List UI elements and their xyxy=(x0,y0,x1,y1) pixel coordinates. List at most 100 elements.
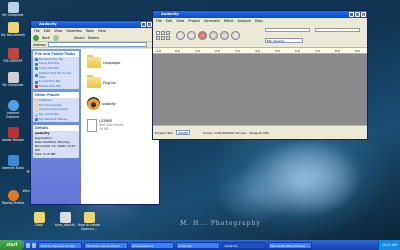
desktop-icon-label: Mozilla Firefox xyxy=(1,201,25,205)
window-title: Audacity xyxy=(39,22,57,26)
quick-launch-icon[interactable] xyxy=(32,242,36,248)
quick-launch-icon[interactable] xyxy=(26,242,30,248)
taskbar-button[interactable]: Audacity xyxy=(176,241,220,249)
back-button[interactable]: Back xyxy=(42,36,50,40)
multi-tool-icon[interactable] xyxy=(166,36,170,40)
play-button[interactable] xyxy=(187,31,196,40)
taskbar-button[interactable]: How To Zipeuris Songs xyxy=(38,241,82,249)
desktop-icon[interactable]: My Documents xyxy=(0,22,26,38)
ruler-tick: 2.0 xyxy=(215,48,220,53)
file-item[interactable]: Languages xyxy=(87,55,120,68)
system-tray: 10:21 AM xyxy=(377,240,400,250)
file-icon xyxy=(59,212,71,223)
menu-edit[interactable]: Edit xyxy=(44,28,51,34)
desktop-icon-label: ESI-ORBEYE xyxy=(3,59,23,63)
desktop-icon[interactable]: How to create Zipeuris... xyxy=(76,212,102,231)
file-item[interactable]: Plug-ins xyxy=(87,75,116,88)
audacity-window[interactable]: Audacity _ □ × File Edit View Project Ge… xyxy=(152,10,368,140)
desktop-icon[interactable]: My Computer xyxy=(0,72,26,88)
forward-arrow-icon[interactable] xyxy=(52,34,59,41)
close-button[interactable]: × xyxy=(361,12,366,17)
back-arrow-icon[interactable] xyxy=(33,34,39,41)
selection-tool-icon[interactable] xyxy=(156,31,160,35)
taskbar-button-active[interactable]: Audacity xyxy=(222,241,266,249)
playback-meter xyxy=(265,28,310,32)
desktop-icon-label: tune_stat.dll xyxy=(55,223,75,227)
zoom-tool-icon[interactable] xyxy=(156,36,160,40)
menu-tools[interactable]: Tools xyxy=(86,28,94,34)
search-button[interactable]: Search xyxy=(74,36,85,40)
ruler-tick: 0.0 xyxy=(175,48,180,53)
other-places-panel: Other Places Software My Documents Share… xyxy=(33,92,79,123)
pause-button[interactable] xyxy=(209,31,218,40)
record-button[interactable] xyxy=(198,31,207,40)
desktop-icon[interactable]: My Computer xyxy=(0,2,26,18)
menu-help[interactable]: Help xyxy=(98,28,106,34)
timeshift-tool-icon[interactable] xyxy=(161,36,165,40)
file-item[interactable]: LICENSE Text Document 19 KB xyxy=(87,119,123,132)
delete-icon xyxy=(35,85,38,89)
folder-icon xyxy=(35,103,38,107)
explorer-titlebar[interactable]: Audacity _ □ × xyxy=(31,21,159,28)
taskbar-button[interactable]: Microsoft Office Picture... xyxy=(268,241,312,249)
desktop-icon-label: My Documents xyxy=(1,33,25,37)
menu-file[interactable]: File xyxy=(34,28,40,34)
minimize-button[interactable]: _ xyxy=(141,22,146,27)
draw-tool-icon[interactable] xyxy=(166,31,170,35)
details-modified: Date Modified: Monday, November 13, 2006… xyxy=(35,140,76,152)
desktop-icon[interactable]: ESI-ORBEYE xyxy=(0,48,26,64)
minimize-button[interactable]: _ xyxy=(349,12,354,17)
rename-icon xyxy=(35,57,38,61)
task-link[interactable]: Delete this file xyxy=(33,84,79,90)
window-title: Audacity xyxy=(161,12,179,16)
tools-toolbar xyxy=(156,31,170,40)
ruler-tick: 1.0 xyxy=(195,48,200,53)
ruler-tick: 4.0 xyxy=(255,48,260,53)
task-pane: File and Folder Tasks Rename this file M… xyxy=(31,49,81,204)
taskbar: start How To Zipeuris Songs Windows Medi… xyxy=(0,240,400,250)
app-icon xyxy=(7,155,19,166)
desktop: My Computer My Documents ESI-ORBEYE My C… xyxy=(0,0,400,240)
audacity-titlebar[interactable]: Audacity _ □ × xyxy=(153,11,367,18)
folder-icon xyxy=(35,99,38,103)
desktop-icon-label: My Computer xyxy=(2,13,24,17)
folder-icon xyxy=(7,22,19,33)
desktop-icon[interactable]: Data xyxy=(26,212,52,228)
desktop-icon[interactable]: Internet Explorer xyxy=(0,100,26,119)
explorer-window[interactable]: Audacity _ □ × File Edit View Favorites … xyxy=(30,20,160,205)
envelope-tool-icon[interactable] xyxy=(161,31,165,35)
folder-icon xyxy=(87,55,101,68)
clock[interactable]: 10:21 AM xyxy=(382,243,397,247)
folder-icon xyxy=(35,108,38,112)
place-link[interactable]: My Network Places xyxy=(33,117,79,122)
ruler-tick: 7.0 xyxy=(315,48,320,53)
details-panel: Details audacity Application Date Modifi… xyxy=(33,125,79,158)
wallpaper-flower xyxy=(240,140,360,220)
skip-end-button[interactable] xyxy=(231,31,240,40)
ruler-tick: 9.0 xyxy=(355,48,360,53)
stop-button[interactable] xyxy=(220,31,229,40)
publish-icon xyxy=(35,74,38,78)
start-button[interactable]: start xyxy=(0,240,24,250)
menu-view[interactable]: View xyxy=(54,28,62,34)
track-panel[interactable] xyxy=(153,54,367,125)
desktop-icon-label: Adobe Reader xyxy=(1,138,25,142)
computer-icon xyxy=(7,72,19,83)
input-source-select[interactable]: Mic Volume xyxy=(265,38,303,43)
transport-toolbar: Mic Volume xyxy=(153,24,367,48)
address-input[interactable] xyxy=(47,42,147,47)
desktop-icon-label: My Computer xyxy=(2,83,24,87)
email-icon xyxy=(35,80,38,84)
taskbar-button[interactable]: Presentation1 xyxy=(130,241,174,249)
taskbar-button[interactable]: Windows Media Player xyxy=(84,241,128,249)
file-item[interactable]: audacity xyxy=(87,97,116,110)
ruler-tick: 8.0 xyxy=(335,48,340,53)
project-rate-field[interactable]: 44100 xyxy=(176,130,190,135)
maximize-button[interactable]: □ xyxy=(355,12,360,17)
desktop-icon[interactable]: tune_stat.dll xyxy=(52,212,78,228)
copy-icon xyxy=(35,67,38,71)
menu-favorites[interactable]: Favorites xyxy=(66,28,81,34)
audacity-icon xyxy=(87,97,100,110)
skip-start-button[interactable] xyxy=(176,31,185,40)
folders-button[interactable]: Folders xyxy=(88,36,100,40)
